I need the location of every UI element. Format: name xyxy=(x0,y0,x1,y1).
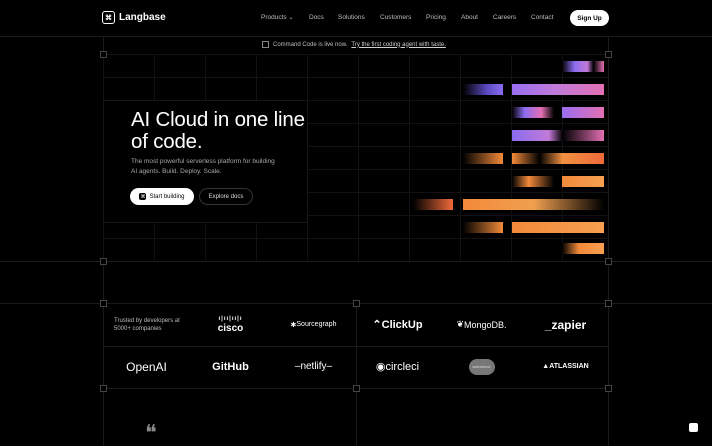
start-building-button[interactable]: ⌘ Start building xyxy=(130,188,194,205)
nav-about[interactable]: About xyxy=(461,14,478,21)
nav-products[interactable]: Products ⌄ xyxy=(261,14,294,21)
gradient-bar xyxy=(562,243,604,254)
cisco-wordmark: cisco xyxy=(217,322,244,334)
gradient-bar xyxy=(463,222,503,233)
brand-logo[interactable]: ⌘ Langbase xyxy=(102,11,166,24)
announcement-link[interactable]: Try the first coding agent with taste. xyxy=(351,42,446,48)
nav-solutions[interactable]: Solutions xyxy=(338,14,365,21)
explore-docs-button[interactable]: Explore docs xyxy=(199,188,253,205)
announcement-bar[interactable]: Command Code is live now. Try the first … xyxy=(262,41,446,48)
logo-cisco: ı|ıı|ıı|ı cisco xyxy=(189,304,272,345)
gradient-bar xyxy=(562,61,604,72)
grid-node xyxy=(100,300,107,307)
start-building-label: Start building xyxy=(149,193,185,200)
nav-products-label: Products xyxy=(261,14,287,21)
sign-up-button[interactable]: Sign Up xyxy=(570,10,609,26)
gradient-bar xyxy=(512,107,554,118)
netlify-icon: ‒ xyxy=(326,361,333,372)
logo-zapier: _zapier xyxy=(544,317,587,332)
grid-node xyxy=(100,258,107,265)
nav-contact[interactable]: Contact xyxy=(531,14,553,21)
nav-pricing[interactable]: Pricing xyxy=(426,14,446,21)
nav-careers[interactable]: Careers xyxy=(493,14,516,21)
gradient-bar xyxy=(512,130,604,141)
gradient-bar xyxy=(413,199,453,210)
grid-node xyxy=(605,258,612,265)
logo-clickup: ⌃ ClickUp xyxy=(372,318,423,332)
brand-name: Langbase xyxy=(119,12,166,23)
announcement-text: Command Code is live now. xyxy=(273,41,348,48)
nav-customers[interactable]: Customers xyxy=(380,14,411,21)
logo-sourcegraph: ✱ Sourcegraph xyxy=(290,321,337,329)
hero-subtitle: The most powerful serverless platform fo… xyxy=(131,158,275,175)
logo-openai: OpenAI xyxy=(126,359,167,374)
gradient-bar xyxy=(512,153,604,164)
salesforce-cloud-icon: salesforce xyxy=(468,358,495,375)
gradient-bar xyxy=(512,176,554,187)
chat-widget-icon[interactable] xyxy=(689,423,698,432)
gradient-bar xyxy=(463,199,604,210)
gradient-bar xyxy=(463,153,503,164)
logo-netlify: ‒ netlify ‒ xyxy=(294,361,333,372)
gradient-bar xyxy=(562,176,604,187)
mongodb-leaf-icon: ❦ xyxy=(456,319,464,329)
gradient-bar xyxy=(463,84,503,95)
circleci-icon: ◉ xyxy=(375,361,386,373)
quote-icon: ❝ xyxy=(145,421,157,446)
langbase-logo-icon: ⌘ xyxy=(102,11,115,24)
logo-mongodb: ❦ MongoDB. xyxy=(456,319,507,330)
logo-salesforce: salesforce xyxy=(440,346,523,387)
atlassian-icon: ▲ xyxy=(542,363,550,370)
gradient-bar xyxy=(562,107,604,118)
cisco-bars-icon: ı|ıı|ıı|ı xyxy=(218,315,243,322)
logo-circleci: ◉ circleci xyxy=(375,360,420,374)
clickup-icon: ⌃ xyxy=(372,319,382,331)
grid-node xyxy=(100,51,107,58)
command-code-icon xyxy=(262,41,269,48)
langbase-logo-icon: ⌘ xyxy=(139,193,147,200)
gradient-bar xyxy=(512,84,604,95)
trusted-by-text: Trusted by developers at 5000+ companies xyxy=(114,318,180,332)
gradient-bar xyxy=(512,222,604,233)
logo-atlassian: ▲ ATLASSIAN xyxy=(542,363,589,370)
logo-github: GitHub xyxy=(212,360,249,373)
chevron-down-icon: ⌄ xyxy=(288,15,294,21)
grid-node xyxy=(605,51,612,58)
hero-title: AI Cloud in one line of code. xyxy=(131,108,305,153)
nav-docs[interactable]: Docs xyxy=(309,14,324,21)
